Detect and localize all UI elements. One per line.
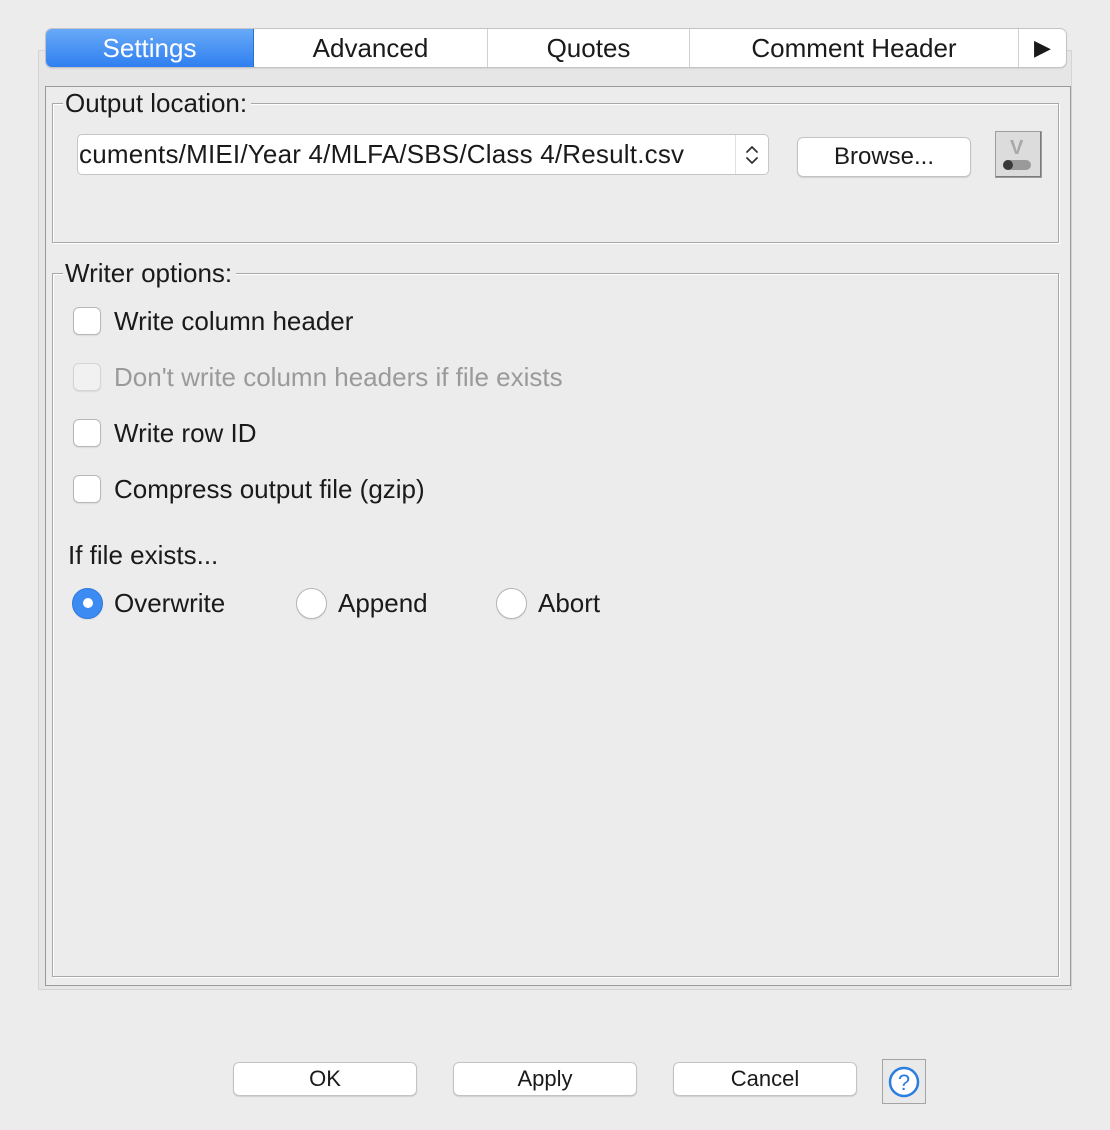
write-row-id-label: Write row ID: [114, 417, 257, 448]
dont-write-headers-label: Don't write column headers if file exist…: [114, 361, 563, 392]
compress-output-checkbox[interactable]: [73, 475, 101, 503]
output-path-input[interactable]: cuments/MIEI/Year 4/MLFA/SBS/Class 4/Res…: [78, 139, 735, 170]
write-row-id-option[interactable]: Write row ID: [73, 416, 257, 450]
chevron-updown-icon: [746, 145, 758, 164]
append-radio[interactable]: [296, 587, 327, 619]
output-location-legend: Output location:: [63, 88, 252, 118]
writer-options-legend: Writer options:: [63, 258, 237, 288]
overwrite-option[interactable]: Overwrite: [72, 586, 225, 620]
abort-label: Abort: [538, 587, 601, 618]
flow-variable-icon: V: [1003, 137, 1031, 170]
svg-text:?: ?: [898, 1070, 910, 1095]
help-icon: ?: [888, 1066, 920, 1097]
svg-text:V: V: [1010, 137, 1024, 159]
output-path-combo[interactable]: cuments/MIEI/Year 4/MLFA/SBS/Class 4/Res…: [77, 134, 769, 175]
tab-advanced[interactable]: Advanced: [254, 29, 488, 67]
write-column-header-label: Write column header: [114, 305, 354, 336]
tab-scroll-right-arrow-icon[interactable]: ▶: [1019, 29, 1066, 67]
write-column-header-option[interactable]: Write column header: [73, 304, 353, 338]
abort-option[interactable]: Abort: [496, 586, 600, 620]
tab-comment-header[interactable]: Comment Header: [690, 29, 1019, 67]
overwrite-radio[interactable]: [72, 587, 103, 619]
if-file-exists-label: If file exists...: [68, 540, 219, 570]
apply-button[interactable]: Apply: [453, 1062, 637, 1096]
append-option[interactable]: Append: [296, 586, 428, 620]
write-row-id-checkbox[interactable]: [73, 419, 101, 447]
tab-settings[interactable]: Settings: [46, 29, 254, 67]
compress-output-label: Compress output file (gzip): [114, 473, 425, 504]
radio-selected-dot-icon: [82, 598, 93, 608]
flow-variable-button[interactable]: V: [995, 131, 1042, 178]
combo-updown-icon[interactable]: [735, 135, 768, 174]
help-button[interactable]: ?: [882, 1059, 926, 1104]
abort-radio[interactable]: [496, 587, 527, 619]
tab-bar: Settings Advanced Quotes Comment Header …: [45, 28, 1067, 68]
compress-output-option[interactable]: Compress output file (gzip): [73, 472, 425, 506]
dont-write-headers-option: Don't write column headers if file exist…: [73, 360, 563, 394]
append-label: Append: [338, 587, 428, 618]
ok-button[interactable]: OK: [233, 1062, 417, 1096]
tab-quotes[interactable]: Quotes: [488, 29, 690, 67]
writer-dialog: Settings Advanced Quotes Comment Header …: [0, 0, 1110, 1130]
cancel-button[interactable]: Cancel: [673, 1062, 857, 1096]
overwrite-label: Overwrite: [114, 587, 226, 618]
write-column-header-checkbox[interactable]: [73, 307, 101, 335]
dont-write-headers-checkbox: [73, 363, 101, 391]
browse-button[interactable]: Browse...: [797, 137, 971, 177]
